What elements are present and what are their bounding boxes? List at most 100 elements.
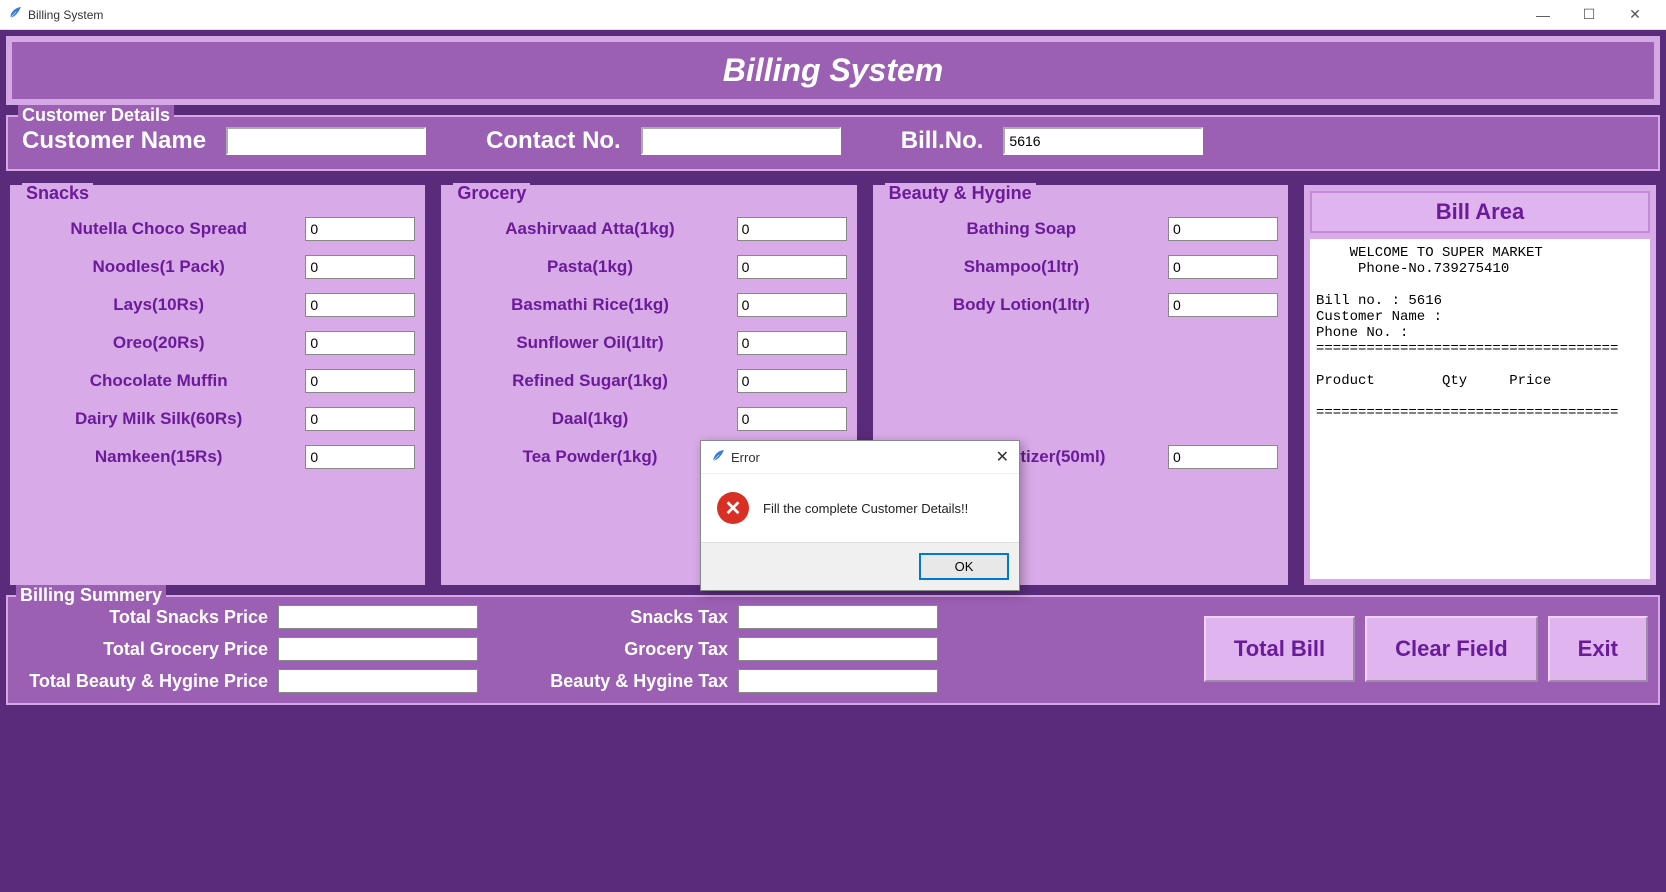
- snacks-label: Chocolate Muffin: [20, 371, 305, 391]
- snacks-frame: Snacks Nutella Choco Spread Noodles(1 Pac…: [6, 181, 429, 589]
- dialog-ok-button[interactable]: OK: [919, 553, 1009, 580]
- bill-area-title: Bill Area: [1310, 191, 1650, 233]
- grocery-input[interactable]: [737, 293, 847, 317]
- beauty-input[interactable]: [1168, 217, 1278, 241]
- summary-price-input[interactable]: [278, 637, 478, 661]
- grocery-row: Sunflower Oil(1ltr): [451, 331, 846, 355]
- beauty-row: Bathing Soap: [883, 217, 1278, 241]
- snacks-label: Noodles(1 Pack): [20, 257, 305, 277]
- snacks-row: Chocolate Muffin: [20, 369, 415, 393]
- summary-tax-label: Snacks Tax: [508, 607, 728, 628]
- snacks-legend: Snacks: [22, 183, 93, 204]
- summary-tax-row: Snacks Tax: [508, 605, 938, 629]
- bill-no-input[interactable]: [1003, 127, 1203, 155]
- snacks-row: Dairy Milk Silk(60Rs): [20, 407, 415, 431]
- snacks-label: Namkeen(15Rs): [20, 447, 305, 467]
- grocery-row: Daal(1kg): [451, 407, 846, 431]
- grocery-row: Refined Sugar(1kg): [451, 369, 846, 393]
- contact-no-input[interactable]: [641, 127, 841, 155]
- summary-tax-label: Grocery Tax: [508, 639, 728, 660]
- customer-details-frame: Customer Details Customer Name Contact N…: [6, 115, 1660, 171]
- grocery-input[interactable]: [737, 331, 847, 355]
- beauty-label: Bathing Soap: [883, 219, 1168, 239]
- beauty-label: Body Lotion(1ltr): [883, 295, 1168, 315]
- summary-price-label: Total Beauty & Hygine Price: [18, 671, 268, 692]
- grocery-label: Sunflower Oil(1ltr): [451, 333, 736, 353]
- minimize-button[interactable]: —: [1520, 0, 1566, 30]
- summary-price-label: Total Snacks Price: [18, 607, 268, 628]
- app-header: Billing System: [6, 36, 1660, 105]
- snacks-row: Lays(10Rs): [20, 293, 415, 317]
- snacks-row: Oreo(20Rs): [20, 331, 415, 355]
- customer-name-label: Customer Name: [22, 127, 206, 155]
- dialog-icon: [711, 449, 725, 466]
- beauty-row: Shampoo(1ltr): [883, 255, 1278, 279]
- grocery-row: Aashirvaad Atta(1kg): [451, 217, 846, 241]
- customer-legend: Customer Details: [18, 105, 174, 126]
- close-window-button[interactable]: ✕: [1612, 0, 1658, 30]
- summary-frame: Billing Summery Total Snacks PriceTotal …: [6, 595, 1660, 705]
- snacks-input[interactable]: [305, 255, 415, 279]
- summary-tax-input[interactable]: [738, 637, 938, 661]
- summary-price-input[interactable]: [278, 605, 478, 629]
- summary-tax-row: Beauty & Hygine Tax: [508, 669, 938, 693]
- grocery-label: Refined Sugar(1kg): [451, 371, 736, 391]
- grocery-label: Daal(1kg): [451, 409, 736, 429]
- grocery-input[interactable]: [737, 217, 847, 241]
- snacks-input[interactable]: [305, 445, 415, 469]
- summary-tax-row: Grocery Tax: [508, 637, 938, 661]
- clear-field-button[interactable]: Clear Field: [1365, 616, 1537, 682]
- summary-price-input[interactable]: [278, 669, 478, 693]
- grocery-row: Basmathi Rice(1kg): [451, 293, 846, 317]
- app-title: Billing System: [12, 52, 1654, 89]
- dialog-title: Error: [731, 450, 760, 465]
- grocery-input[interactable]: [737, 255, 847, 279]
- snacks-row: Nutella Choco Spread: [20, 217, 415, 241]
- snacks-label: Lays(10Rs): [20, 295, 305, 315]
- grocery-label: Pasta(1kg): [451, 257, 736, 277]
- summary-price-row: Total Grocery Price: [18, 637, 478, 661]
- summary-price-row: Total Snacks Price: [18, 605, 478, 629]
- snacks-input[interactable]: [305, 407, 415, 431]
- beauty-label: Shampoo(1ltr): [883, 257, 1168, 277]
- window-title: Billing System: [28, 8, 103, 22]
- beauty-input[interactable]: [1168, 445, 1278, 469]
- bill-no-label: Bill.No.: [901, 127, 984, 155]
- snacks-input[interactable]: [305, 369, 415, 393]
- error-dialog: Error ✕ ✕ Fill the complete Customer Det…: [700, 440, 1020, 591]
- app-icon: [8, 6, 22, 23]
- snacks-label: Dairy Milk Silk(60Rs): [20, 409, 305, 429]
- grocery-label: Tea Powder(1kg): [451, 447, 736, 467]
- grocery-input[interactable]: [737, 407, 847, 431]
- total-bill-button[interactable]: Total Bill: [1204, 616, 1355, 682]
- dialog-message: Fill the complete Customer Details!!: [763, 501, 968, 516]
- summary-price-label: Total Grocery Price: [18, 639, 268, 660]
- snacks-input[interactable]: [305, 217, 415, 241]
- snacks-input[interactable]: [305, 293, 415, 317]
- grocery-legend: Grocery: [453, 183, 530, 204]
- snacks-row: Namkeen(15Rs): [20, 445, 415, 469]
- bill-text: WELCOME TO SUPER MARKET Phone-No.7392754…: [1310, 239, 1650, 579]
- grocery-input[interactable]: [737, 369, 847, 393]
- beauty-input[interactable]: [1168, 293, 1278, 317]
- dialog-titlebar: Error ✕: [701, 441, 1019, 474]
- snacks-input[interactable]: [305, 331, 415, 355]
- snacks-row: Noodles(1 Pack): [20, 255, 415, 279]
- summary-tax-label: Beauty & Hygine Tax: [508, 671, 728, 692]
- error-icon: ✕: [717, 492, 749, 524]
- beauty-row: Body Lotion(1ltr): [883, 293, 1278, 317]
- bill-area-frame: Bill Area WELCOME TO SUPER MARKET Phone-…: [1300, 181, 1660, 589]
- beauty-input[interactable]: [1168, 255, 1278, 279]
- window-titlebar: Billing System — ☐ ✕: [0, 0, 1666, 30]
- dialog-close-button[interactable]: ✕: [996, 447, 1009, 467]
- grocery-label: Aashirvaad Atta(1kg): [451, 219, 736, 239]
- contact-no-label: Contact No.: [486, 127, 621, 155]
- summary-price-row: Total Beauty & Hygine Price: [18, 669, 478, 693]
- summary-tax-input[interactable]: [738, 669, 938, 693]
- maximize-button[interactable]: ☐: [1566, 0, 1612, 30]
- customer-name-input[interactable]: [226, 127, 426, 155]
- grocery-row: Pasta(1kg): [451, 255, 846, 279]
- grocery-label: Basmathi Rice(1kg): [451, 295, 736, 315]
- summary-tax-input[interactable]: [738, 605, 938, 629]
- exit-button[interactable]: Exit: [1548, 616, 1648, 682]
